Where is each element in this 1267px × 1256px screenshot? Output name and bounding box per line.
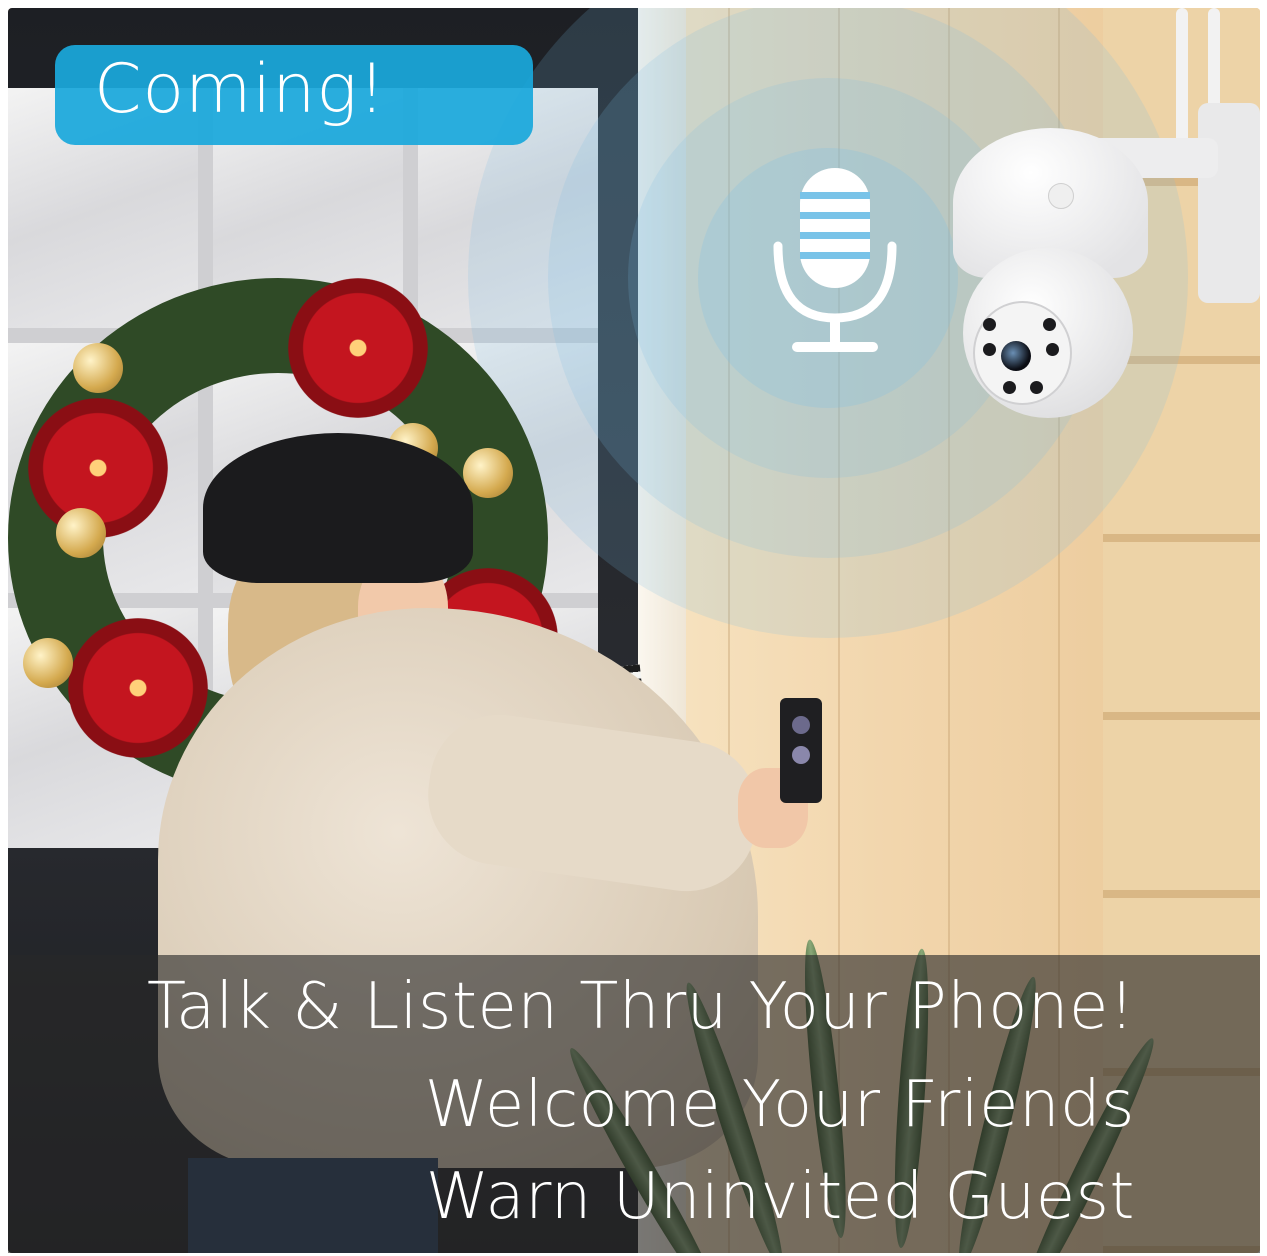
caption-line-3: Warn Uninvited Guest <box>425 1160 1135 1234</box>
woman-hat <box>203 433 473 583</box>
camera-lens <box>1001 341 1031 371</box>
caption-line-2: Welcome Your Friends <box>424 1068 1135 1142</box>
banner-label: Coming! <box>94 50 387 129</box>
microphone-icon <box>773 168 897 352</box>
camera-button-icon <box>1048 183 1074 209</box>
caption-line-1: Talk & Listen Thru Your Phone! <box>146 970 1135 1044</box>
